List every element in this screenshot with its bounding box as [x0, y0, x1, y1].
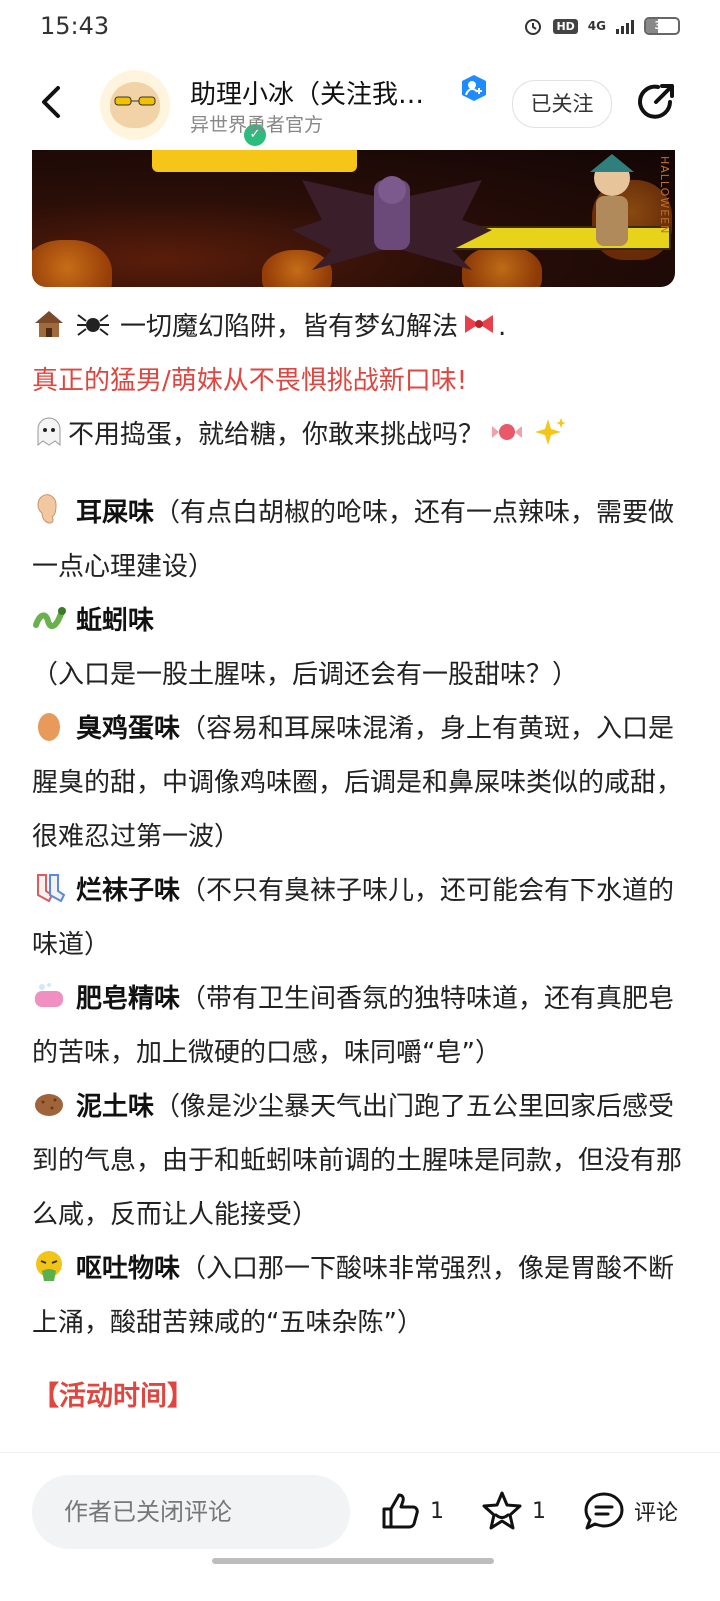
intro-text-3: 不用捣蛋，就给糖，你敢来挑战吗？ [68, 420, 485, 450]
flavor-name: 肥皂精味 [76, 984, 181, 1014]
flavor-item: 蚯蚓味 （入口是一股土腥味，后调还会有一股甜味？） [32, 594, 692, 702]
favorite-count: 1 [532, 1498, 546, 1524]
thumbs-up-icon [382, 1493, 419, 1529]
signal-icon [616, 18, 634, 34]
status-icons: HD 4G 37 [523, 16, 680, 36]
author-name[interactable]: 助理小冰（关注我… [190, 74, 446, 111]
candy-emoji-icon [492, 424, 523, 440]
bottom-action-bar: 作者已关闭评论 1 1 评论 [0, 1452, 720, 1601]
ghost-emoji-icon [37, 417, 61, 447]
intro-text-1-end: . [498, 312, 507, 342]
comment-input[interactable]: 作者已关闭评论 [32, 1475, 350, 1549]
ear-emoji-icon [37, 494, 57, 524]
sparkles-emoji-icon [535, 418, 567, 445]
star-icon [482, 1491, 522, 1530]
back-arrow-icon[interactable] [28, 78, 76, 126]
flavor-name: 烂袜子味 [76, 876, 181, 906]
author-subtitle: 异世界勇者官方 [190, 114, 324, 136]
post-banner-image[interactable]: HALLOWEEN [32, 150, 675, 287]
house-emoji-icon [35, 311, 63, 337]
adventurer-character [590, 154, 634, 246]
vomit-emoji-icon [36, 1251, 62, 1281]
like-button[interactable]: 1 [378, 1489, 444, 1533]
soap-emoji-icon [35, 983, 63, 1007]
banner-side-text: HALLOWEEN [658, 156, 671, 235]
avatar[interactable]: ✓ [100, 70, 268, 148]
share-icon[interactable] [634, 80, 678, 124]
flavor-name: 臭鸡蛋味 [76, 714, 181, 744]
flavor-item: 泥土味（像是沙尘暴天气出门跑了五公里回家后感受到的气息，由于和蚯蚓味前调的土腥味… [32, 1080, 692, 1242]
flavor-name: 蚯蚓味 [76, 606, 155, 636]
flavor-item: 肥皂精味（带有卫生间香氛的独特味道，还有真肥皂的苦味，加上微硬的口感，味同嚼“皂… [32, 972, 692, 1080]
status-time: 15:43 [40, 12, 110, 40]
intro-text-1: 一切魔幻陷阱，皆有梦幻解法 [120, 312, 459, 342]
intro-line-1: 一切魔幻陷阱，皆有梦幻解法. [32, 300, 692, 354]
intro-line-2: 真正的猛男/萌妹从不畏惧挑战新口味! [32, 366, 468, 396]
flavor-name: 呕吐物味 [76, 1254, 181, 1284]
spider-emoji-icon [77, 314, 109, 336]
intro-line-3: 不用捣蛋，就给糖，你敢来挑战吗？ [32, 408, 692, 462]
egg-emoji-icon [38, 713, 60, 741]
network-label: 4G [587, 19, 606, 33]
battery-level: 37 [654, 19, 670, 32]
potato-emoji-icon [35, 1094, 63, 1116]
activity-time-heading: 【活动时间】 [32, 1381, 194, 1412]
alarm-icon [525, 19, 542, 35]
follow-button[interactable]: 已关注 [512, 80, 612, 128]
worm-emoji-icon [33, 607, 66, 630]
status-bar: 15:43 HD 4G 37 [0, 0, 720, 56]
flavor-desc: （入口是一股土腥味，后调还会有一股甜味？） [32, 660, 579, 690]
socks-emoji-icon [37, 874, 66, 903]
flavor-item: 耳屎味（有点白胡椒的呛味，还有一点辣味，需要做一点心理建设） [32, 486, 692, 594]
flavor-item: 烂袜子味（不只有臭袜子味儿，还可能会有下水道的味道） [32, 864, 692, 972]
comment-label: 评论 [634, 1501, 679, 1526]
home-indicator[interactable] [212, 1558, 494, 1564]
post-body: 一切魔幻陷阱，皆有梦幻解法. 真正的猛男/萌妹从不畏惧挑战新口味! 不用捣蛋，就… [32, 300, 692, 1424]
flavor-item: 呕吐物味（入口那一下酸味非常强烈，像是胃酸不断上涌，酸甜苦辣咸的“五味杂陈”） [32, 1242, 692, 1350]
battery-icon: 37 [644, 17, 680, 35]
post-header: ✓ 助理小冰（关注我… 异世界勇者官方 已关注 [0, 60, 720, 150]
flavor-name: 耳屎味 [76, 498, 155, 528]
favorite-button[interactable]: 1 [480, 1489, 546, 1533]
comment-icon [584, 1492, 624, 1530]
flavor-item: 臭鸡蛋味（容易和耳屎味混淆，身上有黄斑，入口是腥臭的甜，中调像鸡味圈，后调是和鼻… [32, 702, 692, 864]
ribbon-emoji-icon [465, 315, 494, 333]
account-badge-icon [462, 75, 486, 101]
hd-badge: HD [553, 18, 578, 34]
comment-button[interactable]: 评论 [582, 1489, 678, 1533]
like-count: 1 [430, 1498, 444, 1524]
flavor-name: 泥土味 [76, 1092, 155, 1122]
winged-character [292, 176, 492, 270]
